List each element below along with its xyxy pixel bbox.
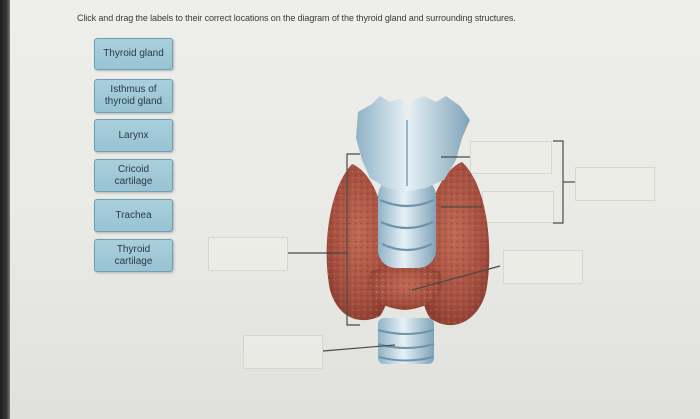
thyroid-diagram bbox=[288, 96, 575, 364]
trachea-shape bbox=[377, 318, 435, 364]
bracket-right bbox=[553, 140, 564, 224]
